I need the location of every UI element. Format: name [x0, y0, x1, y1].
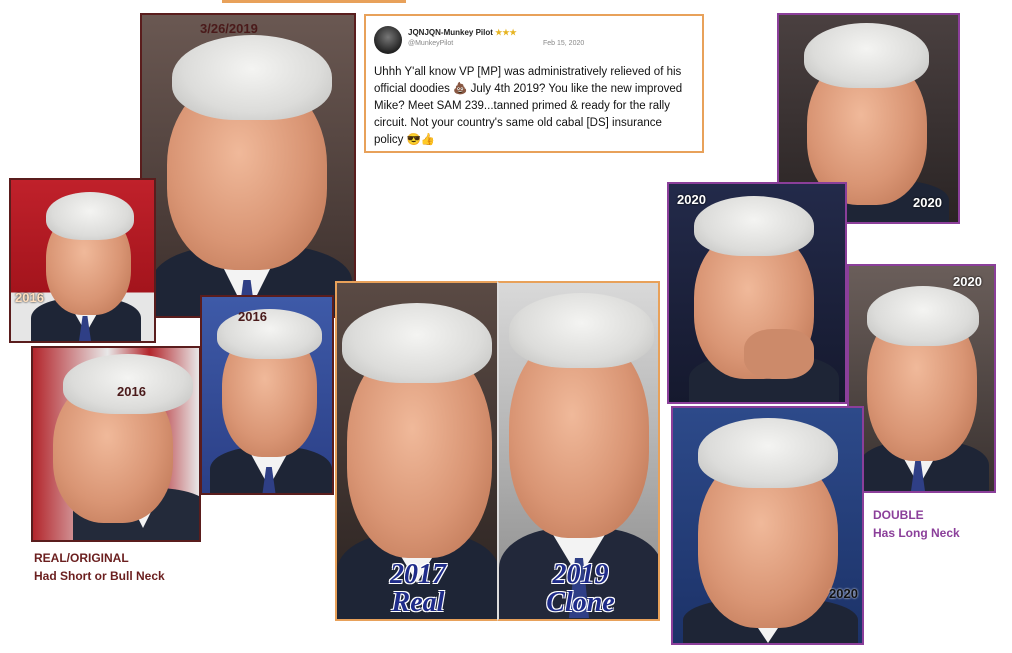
- double-note-title: DOUBLE: [873, 508, 924, 522]
- comparison-2017-real: 2017 Real: [335, 281, 497, 621]
- tweet-card: JQNJQN-Munkey Pilot ★★★ @MunkeyPilot Feb…: [364, 14, 704, 153]
- year-label: 2020: [953, 274, 982, 289]
- tweet-handle: @MunkeyPilot: [408, 40, 454, 47]
- year-label: 2020: [677, 192, 706, 207]
- comparison-2019-clone: 2019 Clone: [497, 281, 660, 621]
- portrait-2020-bottom: 2020: [671, 406, 864, 645]
- stars-badge: ★★★: [495, 28, 517, 37]
- year-label: 2016: [117, 384, 146, 399]
- real-note-detail: Had Short or Bull Neck: [34, 569, 165, 583]
- year-label: 2016: [15, 290, 44, 305]
- portrait-2020-hand: 2020: [667, 182, 847, 404]
- portrait-2016-blue: 2016: [200, 295, 334, 495]
- year-label: 2016: [238, 309, 267, 324]
- date-label: 3/26/2019: [200, 21, 258, 36]
- caption-year: 2019: [552, 559, 609, 590]
- portrait-2020-side: 2020: [847, 264, 996, 493]
- caption-word: Real: [391, 587, 445, 618]
- portrait-2019-large: 3/26/2019: [140, 13, 356, 318]
- double-note-detail: Has Long Neck: [873, 526, 960, 540]
- caption-year: 2017: [390, 559, 446, 590]
- portrait-2016-smiling: 2016: [31, 346, 201, 542]
- tweet-author-name: JQNJQN-Munkey Pilot: [408, 28, 493, 37]
- caption-word: Clone: [546, 587, 615, 618]
- top-accent-bar: [222, 0, 406, 3]
- avatar: [374, 26, 402, 54]
- tweet-date: Feb 15, 2020: [543, 40, 585, 47]
- portrait-2016-red: 2016: [9, 178, 156, 343]
- real-note-title: REAL/ORIGINAL: [34, 551, 129, 565]
- year-label: 2020: [829, 586, 858, 601]
- double-note: DOUBLE Has Long Neck: [873, 506, 960, 542]
- tweet-text: Uhhh Y'all know VP [MP] was administrati…: [374, 66, 683, 146]
- real-note: REAL/ORIGINAL Had Short or Bull Neck: [34, 549, 165, 585]
- year-label: 2020: [913, 195, 942, 210]
